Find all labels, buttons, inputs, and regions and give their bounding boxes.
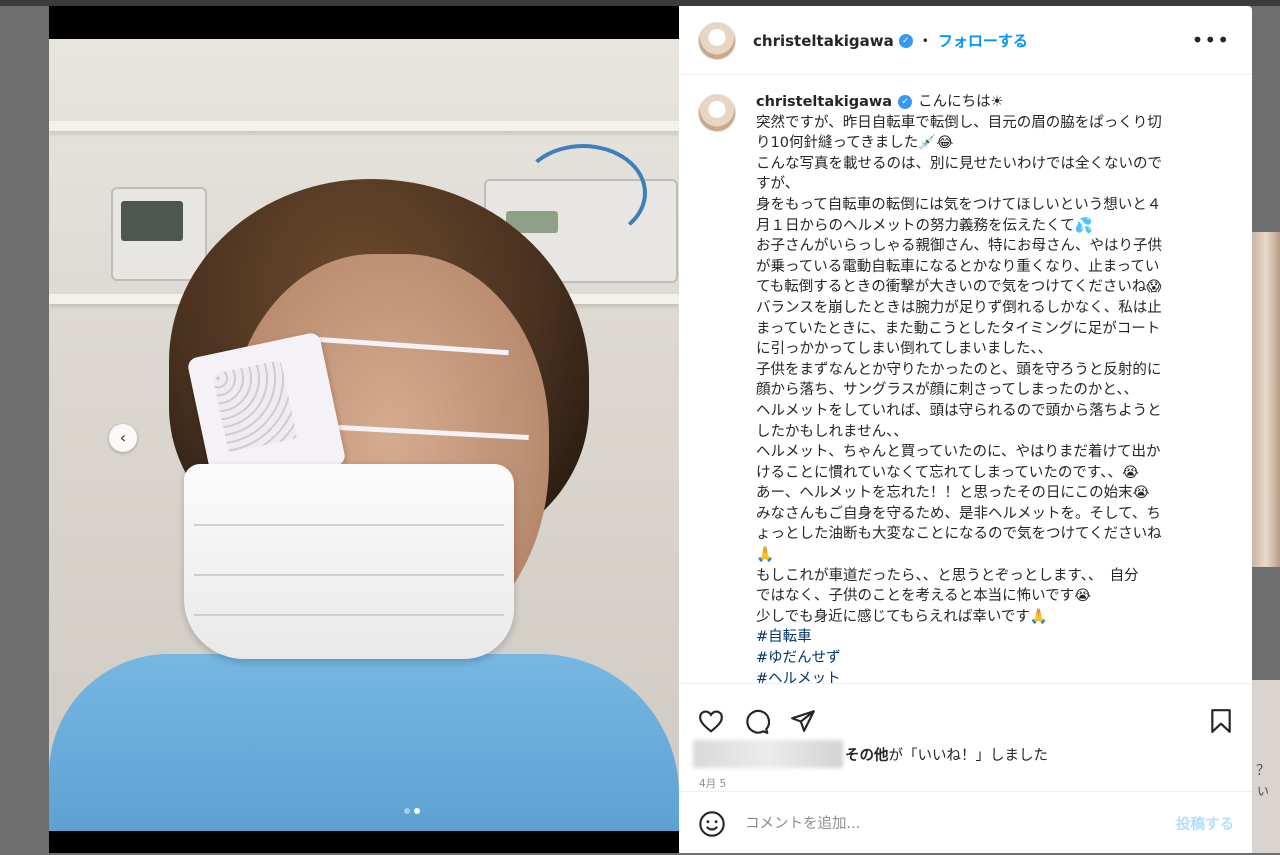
likes-summary: その他 が「いいね！」しました: [693, 740, 1048, 768]
comment-icon[interactable]: [744, 709, 771, 739]
caption-line: 月１日からのヘルメットの努力義務を伝えたくて💦: [756, 217, 1093, 234]
post-actions: その他 が「いいね！」しました 4月 5 投稿する: [679, 683, 1252, 854]
heart-icon[interactable]: [698, 709, 724, 737]
verified-badge-icon: ✓: [898, 95, 913, 109]
caption-line: もしこれが車道だったら、、と思うとぞっとします、、 自分: [756, 567, 1139, 584]
post-header: christeltakigawa ✓ • フォローする •••: [679, 6, 1252, 75]
smiley-icon[interactable]: [698, 810, 726, 842]
caption-line: 身をもって自転車の転倒には気をつけてほしいという想いと４: [756, 196, 1162, 213]
verified-badge-icon: ✓: [898, 33, 913, 48]
caption-line: すが、: [756, 176, 800, 193]
caption-line: ではなく、子供のことを考えると本当に怖いです😭: [756, 588, 1092, 605]
liked-by-names-redacted: [693, 740, 843, 768]
hashtag-link[interactable]: #ゆだんせず: [756, 648, 1208, 669]
caption-scroll-area[interactable]: christeltakigawa ✓ こんにちは☀ 突然ですが、昨日自転車で転倒し、…: [679, 75, 1252, 683]
avatar[interactable]: [698, 22, 736, 60]
header-username[interactable]: christeltakigawa: [753, 32, 894, 50]
hashtag-link[interactable]: #自転車: [756, 627, 1208, 648]
caption-line: みなさんもご自身を守るため、是非ヘルメットを。そして、ち: [756, 505, 1161, 522]
caption-line: お子さんがいらっしゃる親御さん、特にお母さん、やはり子供: [756, 238, 1162, 255]
background-photo-strip: [1252, 232, 1280, 567]
caption-line: り10何針縫ってきました💉😂: [756, 135, 954, 152]
caption-username[interactable]: christeltakigawa: [756, 94, 892, 110]
carousel-indicator: [404, 808, 420, 814]
post-details-panel: christeltakigawa ✓ • フォローする ••• christel…: [679, 6, 1252, 853]
post-caption: christeltakigawa ✓ こんにちは☀ 突然ですが、昨日自転車で転倒し、…: [756, 92, 1208, 683]
caption-line: こんな写真を載せるのは、別に見せたいわけでは全くないので: [756, 155, 1162, 172]
post-media: ‹: [49, 6, 679, 853]
photo-face-mask: [184, 464, 514, 659]
caption-line: 顔から落ち、サングラスが顔に刺さってしまったのかと、、: [756, 382, 1139, 399]
caption-line: したかもしれません、、: [756, 423, 908, 440]
likes-others-link[interactable]: その他: [845, 744, 889, 765]
follow-button[interactable]: フォローする: [938, 30, 1028, 51]
caption-line: ヘルメットをしていれば、頭は守られるので頭から落ちようと: [756, 402, 1162, 419]
post-photo[interactable]: [49, 39, 679, 831]
caption-line: が乗っている電動自転車になるとかなり重くなり、止まってい: [756, 258, 1160, 275]
post-comment-button[interactable]: 投稿する: [1176, 813, 1234, 834]
caption-line: けることに慣れていなくて忘れてしまっていたのです、、😭: [756, 464, 1139, 481]
caption-line: 突然ですが、昨日自転車で転倒し、目元の眉の脇をぱっくり切: [756, 114, 1162, 131]
header-separator: •: [921, 33, 929, 48]
more-options-icon[interactable]: •••: [1192, 28, 1230, 52]
photo-monitor-device: [111, 187, 207, 281]
caption-avatar[interactable]: [698, 94, 736, 132]
photo-gown: [49, 654, 679, 831]
post-date[interactable]: 4月 5: [699, 776, 726, 791]
paper-plane-icon[interactable]: [790, 709, 816, 737]
caption-line: に引っかかってしまい倒れてしまいました、、: [756, 341, 1053, 358]
photo-tube: [519, 144, 647, 242]
caption-text: こんにちは☀: [918, 94, 1004, 110]
carousel-dot: [404, 808, 410, 814]
photo-shelf: [49, 121, 679, 131]
caption-line: ヘルメット、ちゃんと買っていたのに、やはりまだ着けて出か: [756, 444, 1161, 461]
caption-line: ょっとした油断も大変なことになるので気をつけてくださいね: [756, 526, 1162, 543]
carousel-dot-active: [414, 808, 420, 814]
comment-bar: 投稿する: [679, 791, 1252, 855]
background-partial-text: ？ ぃ: [1256, 763, 1270, 799]
carousel-prev-button[interactable]: ‹: [109, 424, 137, 452]
bookmark-icon[interactable]: [1210, 708, 1232, 738]
caption-line: ても転倒するときの衝撃が大きいので気をつけてくださいね😱: [756, 279, 1162, 296]
caption-line: バランスを崩したときは腕力が足りず倒れるしかなく、私は止: [756, 299, 1162, 316]
caption-line: まっていたときに、また動こうとしたタイミングに足がコート: [756, 320, 1161, 337]
caption-line: あー、ヘルメットを忘れた！！と思ったその日にこの始末😭: [756, 485, 1150, 502]
hashtag-link[interactable]: #ヘルメット: [756, 669, 1208, 683]
caption-line: 🙏: [756, 547, 775, 564]
likes-suffix: が「いいね！」しました: [888, 747, 1049, 764]
caption-line: 少しでも身近に感じてもらえれば幸いです🙏: [756, 608, 1048, 625]
comment-input[interactable]: [743, 810, 1147, 838]
chevron-left-icon: ‹: [119, 428, 127, 447]
caption-line: 子供をまずなんとか守りたかったのと、頭を守ろうと反射的に: [756, 361, 1162, 378]
caption-line: christeltakigawa ✓ こんにちは☀: [756, 92, 1208, 113]
